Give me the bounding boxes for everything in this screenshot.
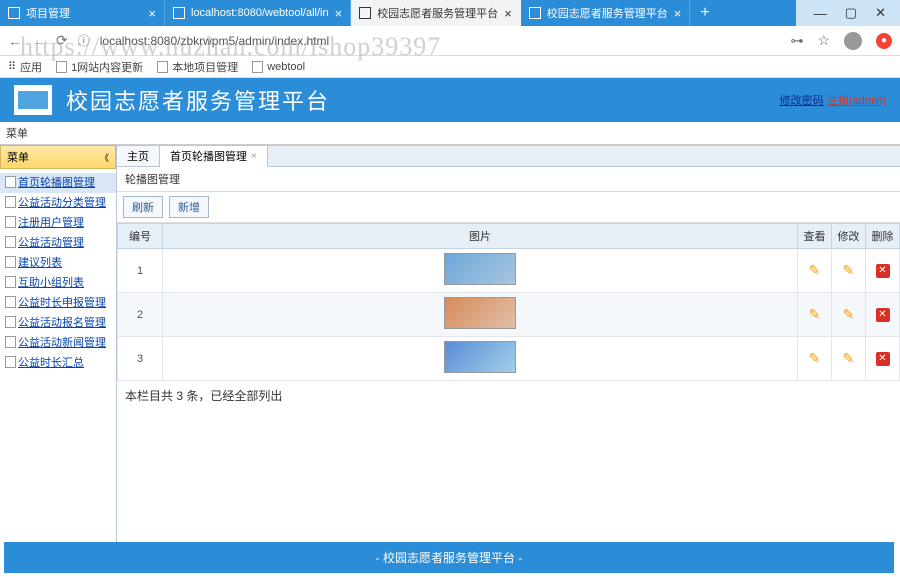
close-window-icon[interactable]: ✕ bbox=[875, 5, 886, 21]
edit-icon[interactable]: ✎ bbox=[843, 306, 855, 322]
cell-id: 1 bbox=[118, 249, 163, 293]
carousel-table: 编号 图片 查看 修改 删除 1 ✎ ✎ ✕ 2 ✎ bbox=[117, 223, 900, 381]
browser-tab-4[interactable]: 校园志愿者服务管理平台 × bbox=[521, 0, 691, 26]
panel-title: 轮播图管理 bbox=[117, 167, 900, 192]
sidebar-item-signup[interactable]: 公益活动报名管理 bbox=[0, 313, 116, 333]
tab-home[interactable]: 主页 bbox=[117, 146, 160, 166]
tab-label: 项目管理 bbox=[26, 5, 70, 21]
profile-avatar[interactable] bbox=[844, 32, 862, 50]
sidebar: 菜单 《 首页轮播图管理 公益活动分类管理 注册用户管理 公益活动管理 建议列表… bbox=[0, 145, 117, 555]
app-title: 校园志愿者服务管理平台 bbox=[66, 84, 330, 116]
table-row: 2 ✎ ✎ ✕ bbox=[118, 293, 900, 337]
col-delete: 删除 bbox=[866, 224, 900, 249]
tab-carousel-manage[interactable]: 首页轮播图管理 × bbox=[160, 146, 268, 167]
edit-icon[interactable]: ✎ bbox=[843, 262, 855, 278]
sidebar-title: 菜单 bbox=[7, 149, 29, 165]
toolbar: 刷新 新增 bbox=[117, 192, 900, 223]
minimize-icon[interactable]: — bbox=[814, 6, 827, 21]
tab-label: 校园志愿者服务管理平台 bbox=[547, 5, 668, 21]
url-field[interactable]: localhost:8080/zbkrwpm5/admin/index.html bbox=[100, 34, 781, 48]
app-logo bbox=[14, 85, 52, 115]
cell-id: 2 bbox=[118, 293, 163, 337]
thumbnail-image bbox=[444, 341, 516, 373]
tab-icon bbox=[173, 7, 185, 19]
sidebar-header[interactable]: 菜单 《 bbox=[0, 145, 116, 169]
sidebar-item-hours-summary[interactable]: 公益时长汇总 bbox=[0, 353, 116, 373]
tab-icon bbox=[8, 7, 20, 19]
edit-icon[interactable]: ✎ bbox=[843, 350, 855, 366]
cell-id: 3 bbox=[118, 337, 163, 381]
key-icon[interactable]: ⊶ bbox=[790, 33, 803, 49]
sidebar-item-activity[interactable]: 公益活动管理 bbox=[0, 233, 116, 253]
browser-tab-2[interactable]: localhost:8080/webtool/all/in × bbox=[165, 1, 351, 26]
view-icon[interactable]: ✎ bbox=[809, 306, 821, 322]
bookmark-icon[interactable]: ☆ bbox=[817, 32, 830, 49]
logout-link[interactable]: 注销(admin) bbox=[827, 95, 886, 107]
bookmark-item[interactable]: 本地项目管理 bbox=[157, 59, 238, 75]
delete-icon[interactable]: ✕ bbox=[876, 308, 890, 322]
close-icon[interactable]: × bbox=[148, 6, 156, 21]
sidebar-item-news[interactable]: 公益活动新闻管理 bbox=[0, 333, 116, 353]
close-icon[interactable]: × bbox=[251, 151, 257, 162]
menu-label: 菜单 bbox=[0, 122, 900, 145]
tab-label: 校园志愿者服务管理平台 bbox=[377, 5, 498, 21]
table-row: 1 ✎ ✎ ✕ bbox=[118, 249, 900, 293]
cell-image bbox=[163, 249, 798, 293]
reload-icon[interactable]: ⟳ bbox=[56, 32, 68, 49]
col-image: 图片 bbox=[163, 224, 798, 249]
close-icon[interactable]: × bbox=[674, 6, 682, 21]
delete-icon[interactable]: ✕ bbox=[876, 352, 890, 366]
content-area: 菜单 《 首页轮播图管理 公益活动分类管理 注册用户管理 公益活动管理 建议列表… bbox=[0, 145, 900, 555]
forward-icon[interactable]: → bbox=[32, 33, 46, 49]
page-tabs: 主页 首页轮播图管理 × bbox=[117, 145, 900, 167]
add-button[interactable]: 新增 bbox=[169, 196, 209, 218]
view-icon[interactable]: ✎ bbox=[809, 350, 821, 366]
bookmark-item[interactable]: 1网站内容更新 bbox=[56, 59, 143, 75]
browser-tabs-bar: 项目管理 × localhost:8080/webtool/all/in × 校… bbox=[0, 0, 900, 26]
thumbnail-image bbox=[444, 253, 516, 285]
apps-button[interactable]: ⠿ 应用 bbox=[8, 59, 42, 75]
browser-tab-3-active[interactable]: 校园志愿者服务管理平台 × bbox=[351, 0, 521, 26]
view-icon[interactable]: ✎ bbox=[809, 262, 821, 278]
sidebar-item-category[interactable]: 公益活动分类管理 bbox=[0, 193, 116, 213]
browser-tab-1[interactable]: 项目管理 × bbox=[0, 0, 165, 26]
app-header: 校园志愿者服务管理平台 修改密码 注销(admin) bbox=[0, 78, 900, 122]
refresh-button[interactable]: 刷新 bbox=[123, 196, 163, 218]
new-tab-button[interactable]: + bbox=[690, 4, 719, 22]
cell-image bbox=[163, 337, 798, 381]
collapse-icon[interactable]: 《 bbox=[100, 151, 109, 164]
window-controls: — ▢ ✕ bbox=[796, 0, 900, 26]
back-icon[interactable]: ← bbox=[8, 33, 22, 49]
col-view: 查看 bbox=[798, 224, 832, 249]
sidebar-item-suggestions[interactable]: 建议列表 bbox=[0, 253, 116, 273]
cell-image bbox=[163, 293, 798, 337]
delete-icon[interactable]: ✕ bbox=[876, 264, 890, 278]
sidebar-item-users[interactable]: 注册用户管理 bbox=[0, 213, 116, 233]
tab-icon bbox=[529, 7, 541, 19]
change-password-link[interactable]: 修改密码 bbox=[780, 95, 824, 107]
col-edit: 修改 bbox=[832, 224, 866, 249]
table-summary: 本栏目共 3 条，已经全部列出 bbox=[117, 381, 900, 410]
maximize-icon[interactable]: ▢ bbox=[845, 5, 857, 21]
close-icon[interactable]: × bbox=[335, 6, 343, 21]
app-footer: - 校园志愿者服务管理平台 - bbox=[4, 542, 894, 573]
col-id: 编号 bbox=[118, 224, 163, 249]
close-icon[interactable]: × bbox=[504, 6, 512, 21]
info-icon[interactable]: ⓘ bbox=[78, 32, 90, 49]
address-bar: ← → ⟳ ⓘ localhost:8080/zbkrwpm5/admin/in… bbox=[0, 26, 900, 56]
main-panel: 主页 首页轮播图管理 × 轮播图管理 刷新 新增 编号 图片 查看 修改 删除 bbox=[117, 145, 900, 555]
table-row: 3 ✎ ✎ ✕ bbox=[118, 337, 900, 381]
sidebar-item-groups[interactable]: 互助小组列表 bbox=[0, 273, 116, 293]
notification-icon[interactable]: ● bbox=[876, 33, 892, 49]
bookmarks-bar: ⠿ 应用 1网站内容更新 本地项目管理 webtool bbox=[0, 56, 900, 78]
tab-icon bbox=[359, 7, 371, 19]
sidebar-menu: 首页轮播图管理 公益活动分类管理 注册用户管理 公益活动管理 建议列表 互助小组… bbox=[0, 169, 116, 377]
sidebar-item-hours-report[interactable]: 公益时长申报管理 bbox=[0, 293, 116, 313]
tab-label: localhost:8080/webtool/all/in bbox=[191, 7, 329, 19]
sidebar-item-carousel[interactable]: 首页轮播图管理 bbox=[0, 173, 116, 193]
thumbnail-image bbox=[444, 297, 516, 329]
bookmark-item[interactable]: webtool bbox=[252, 61, 305, 73]
